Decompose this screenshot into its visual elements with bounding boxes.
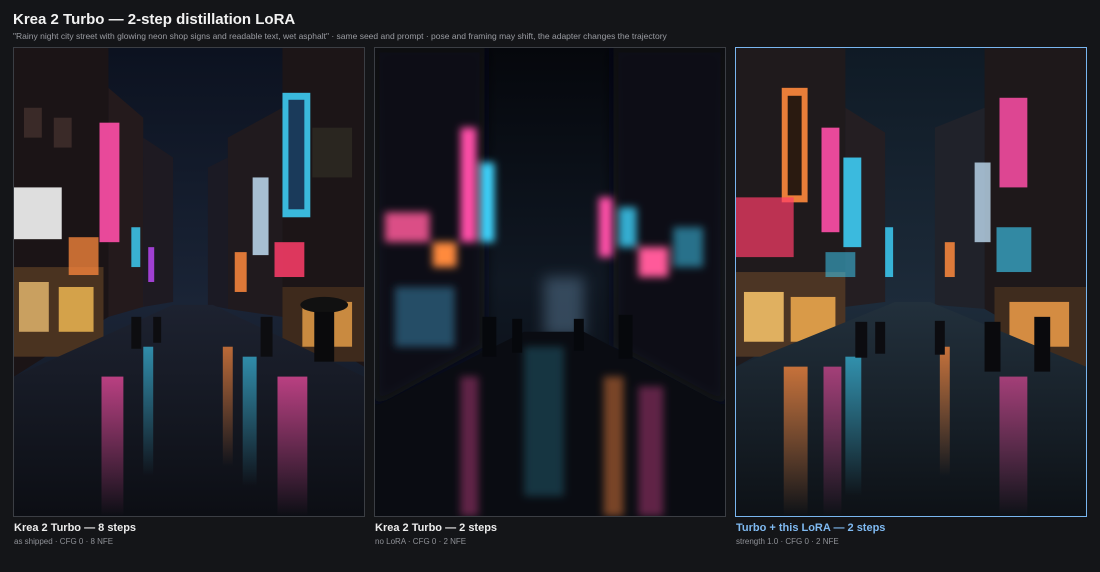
image-panel-8-steps[interactable] bbox=[13, 47, 365, 517]
caption-8-steps: Krea 2 Turbo — 8 steps as shipped · CFG … bbox=[14, 521, 366, 547]
street-image-lora-2-steps bbox=[736, 48, 1086, 516]
caption-title: Krea 2 Turbo — 8 steps bbox=[14, 522, 137, 534]
caption-subtitle: as shipped · CFG 0 · 8 NFE bbox=[14, 537, 114, 546]
image-panel-2-steps[interactable] bbox=[374, 47, 726, 517]
caption-subtitle: strength 1.0 · CFG 0 · 2 NFE bbox=[736, 537, 839, 546]
caption-title: Krea 2 Turbo — 2 steps bbox=[375, 522, 498, 534]
caption-title: Turbo + this LoRA — 2 steps bbox=[736, 522, 886, 534]
caption-2-steps: Krea 2 Turbo — 2 steps no LoRA · CFG 0 ·… bbox=[375, 521, 727, 547]
street-image-8-steps bbox=[14, 48, 364, 516]
street-image-2-steps bbox=[375, 48, 725, 516]
page-subtitle: "Rainy night city street with glowing ne… bbox=[13, 31, 667, 41]
header: Krea 2 Turbo — 2-step distillation LoRA … bbox=[13, 10, 1088, 42]
page-title: Krea 2 Turbo — 2-step distillation LoRA bbox=[13, 11, 296, 28]
image-panel-lora-2-steps[interactable] bbox=[735, 47, 1087, 517]
caption-lora-2-steps: Turbo + this LoRA — 2 steps strength 1.0… bbox=[736, 521, 1088, 547]
caption-subtitle: no LoRA · CFG 0 · 2 NFE bbox=[375, 537, 467, 546]
